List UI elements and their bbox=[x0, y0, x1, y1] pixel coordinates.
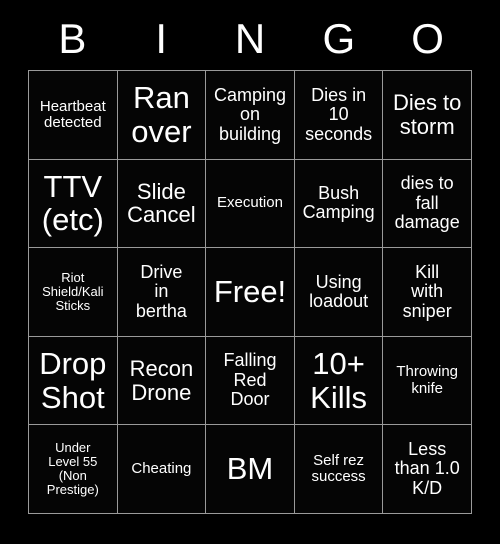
bingo-cell-label: Kill with sniper bbox=[402, 261, 452, 321]
bingo-cell-label: Camping on building bbox=[213, 84, 287, 144]
bingo-cell-b1[interactable]: Heartbeat detected bbox=[29, 71, 118, 160]
bingo-cell-i2[interactable]: Slide Cancel bbox=[117, 159, 207, 249]
bingo-cell-label: BM bbox=[226, 451, 274, 487]
bingo-cell-g5[interactable]: Self rez success bbox=[294, 425, 384, 514]
bingo-cell-label: Dies in 10 seconds bbox=[305, 84, 373, 144]
bingo-header-letter-g: G bbox=[322, 15, 356, 62]
bingo-cell-i1[interactable]: Ran over bbox=[117, 71, 207, 160]
bingo-grid: Heartbeat detected Ran over Camping on b… bbox=[28, 70, 472, 514]
bingo-cell-label: Under Level 55 (Non Prestige) bbox=[46, 440, 99, 498]
bingo-header-letter-o: O bbox=[411, 15, 444, 62]
bingo-cell-i4[interactable]: Recon Drone bbox=[117, 336, 207, 426]
bingo-cell-label: Drive in bertha bbox=[135, 261, 187, 321]
bingo-cell-label: Self rez success bbox=[311, 452, 366, 486]
bingo-header-letter-i: I bbox=[155, 15, 168, 62]
bingo-cell-free-space[interactable]: Free! bbox=[206, 248, 295, 337]
bingo-cell-label: Riot Shield/Kali Sticks bbox=[42, 269, 104, 313]
bingo-cell-label: TTV (etc) bbox=[41, 168, 104, 238]
bingo-cell-label: Bush Camping bbox=[302, 182, 375, 223]
bingo-cell-b5[interactable]: Under Level 55 (Non Prestige) bbox=[29, 425, 118, 514]
bingo-cell-o4[interactable]: Throwing knife bbox=[383, 336, 472, 426]
bingo-cell-label: Ran over bbox=[131, 80, 192, 149]
bingo-cell-label: Recon Drone bbox=[129, 355, 194, 405]
bingo-cell-label: Less than 1.0 K/D bbox=[394, 439, 460, 498]
bingo-cell-g1[interactable]: Dies in 10 seconds bbox=[294, 71, 384, 160]
bingo-cell-i5[interactable]: Cheating bbox=[117, 425, 207, 514]
bingo-cell-label: Throwing knife bbox=[396, 363, 459, 397]
bingo-cell-o3[interactable]: Kill with sniper bbox=[383, 248, 472, 337]
bingo-cell-label: Using loadout bbox=[309, 271, 369, 311]
bingo-card: B I N G O Heartbeat detected Ran over Ca… bbox=[28, 8, 472, 514]
bingo-cell-label: dies to fall damage bbox=[394, 173, 460, 233]
bingo-cell-label: Drop Shot bbox=[39, 346, 107, 415]
bingo-cell-label: Slide Cancel bbox=[127, 178, 196, 228]
bingo-cell-label: Free! bbox=[213, 274, 287, 310]
bingo-cell-i3[interactable]: Drive in bertha bbox=[117, 248, 207, 337]
bingo-cell-b2[interactable]: TTV (etc) bbox=[29, 159, 118, 249]
bingo-cell-b3[interactable]: Riot Shield/Kali Sticks bbox=[29, 248, 118, 337]
bingo-cell-b4[interactable]: Drop Shot bbox=[29, 336, 118, 426]
bingo-cell-g4[interactable]: 10+ Kills bbox=[294, 336, 384, 426]
bingo-cell-n1[interactable]: Camping on building bbox=[206, 71, 295, 160]
bingo-cell-g3[interactable]: Using loadout bbox=[294, 248, 384, 337]
bingo-header-letter-b: B bbox=[58, 15, 87, 62]
bingo-cell-o1[interactable]: Dies to storm bbox=[383, 71, 472, 160]
bingo-cell-label: Cheating bbox=[131, 460, 192, 478]
bingo-cell-label: Dies to storm bbox=[392, 90, 462, 139]
bingo-cell-n2[interactable]: Execution bbox=[206, 159, 295, 249]
bingo-header: B I N G O bbox=[28, 8, 472, 70]
bingo-cell-label: Heartbeat detected bbox=[39, 97, 106, 131]
bingo-cell-g2[interactable]: Bush Camping bbox=[294, 159, 384, 249]
bingo-cell-o5[interactable]: Less than 1.0 K/D bbox=[383, 425, 472, 514]
bingo-cell-n5[interactable]: BM bbox=[206, 425, 295, 514]
bingo-cell-o2[interactable]: dies to fall damage bbox=[383, 159, 472, 249]
bingo-cell-n4[interactable]: Falling Red Door bbox=[206, 336, 295, 426]
bingo-cell-label: Execution bbox=[217, 194, 283, 212]
bingo-header-letter-n: N bbox=[234, 15, 266, 62]
bingo-cell-label: Falling Red Door bbox=[223, 350, 277, 410]
bingo-cell-label: 10+ Kills bbox=[310, 346, 368, 415]
